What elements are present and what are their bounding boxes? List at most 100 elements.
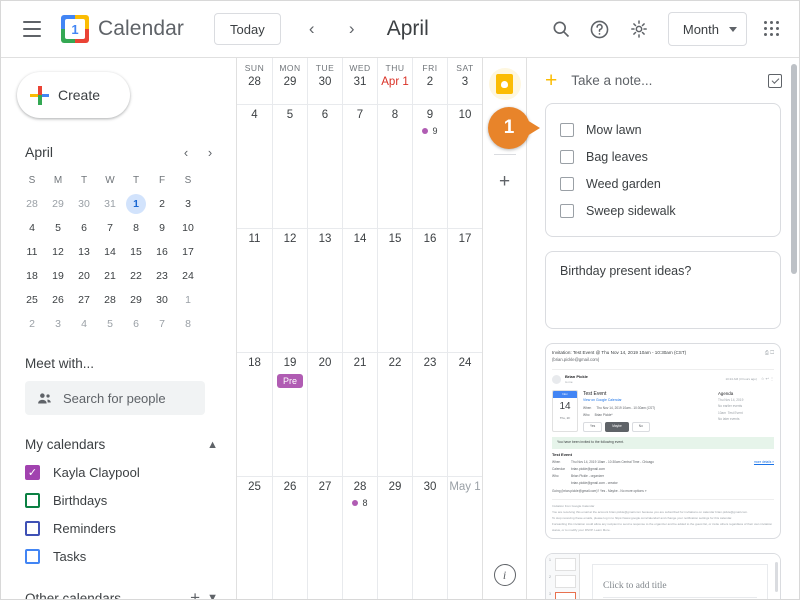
mini-calendar-day[interactable]: 11 bbox=[22, 242, 42, 262]
day-cell[interactable]: 23 bbox=[412, 353, 447, 476]
calendar-logo[interactable]: 1 Calendar bbox=[61, 15, 184, 43]
mini-calendar-day[interactable]: 5 bbox=[48, 218, 68, 238]
day-header-number[interactable]: 28 bbox=[248, 76, 261, 88]
day-number[interactable]: 25 bbox=[248, 481, 261, 493]
mini-calendar-day[interactable]: 8 bbox=[178, 314, 198, 334]
day-number[interactable]: 29 bbox=[389, 481, 402, 493]
mini-calendar-day[interactable]: 21 bbox=[100, 266, 120, 286]
rsvp-yes-button[interactable]: Yes bbox=[583, 421, 603, 433]
calendar-checkbox[interactable] bbox=[25, 492, 40, 508]
day-number[interactable]: 18 bbox=[248, 357, 261, 369]
day-number[interactable]: 22 bbox=[389, 357, 402, 369]
mini-calendar-day[interactable]: 28 bbox=[22, 194, 42, 214]
other-calendars-header[interactable]: Other calendars + ▼ bbox=[25, 586, 218, 599]
mini-calendar-day[interactable]: 22 bbox=[126, 266, 146, 286]
day-number[interactable]: 27 bbox=[319, 481, 332, 493]
day-number[interactable]: 24 bbox=[459, 357, 472, 369]
day-number[interactable]: 15 bbox=[389, 233, 402, 245]
day-cell[interactable]: 27 bbox=[307, 477, 342, 599]
checkbox-icon[interactable] bbox=[560, 122, 574, 137]
day-header-4[interactable]: THU Apr 1 bbox=[377, 58, 412, 104]
day-header-number[interactable]: 29 bbox=[284, 76, 297, 88]
day-cell[interactable]: 28 8 bbox=[342, 477, 377, 599]
calendar-checkbox[interactable]: ✓ bbox=[25, 464, 40, 480]
new-list-icon[interactable] bbox=[768, 73, 782, 88]
mini-calendar-day[interactable]: 1 bbox=[126, 194, 146, 214]
day-header-1[interactable]: MON 29 bbox=[272, 58, 307, 104]
day-cell[interactable]: 99 bbox=[412, 105, 447, 228]
mini-calendar-day[interactable]: 17 bbox=[178, 242, 198, 262]
calendar-checkbox[interactable] bbox=[25, 548, 40, 564]
day-number[interactable]: May 1 bbox=[449, 481, 480, 493]
day-cell[interactable]: 21 bbox=[342, 353, 377, 476]
day-cell[interactable]: 13 bbox=[307, 229, 342, 352]
day-number[interactable]: 6 bbox=[322, 109, 328, 121]
mini-calendar-day[interactable]: 23 bbox=[152, 266, 172, 286]
mini-calendar-day[interactable]: 2 bbox=[152, 194, 172, 214]
day-number[interactable]: 7 bbox=[357, 109, 363, 121]
view-on-calendar-link[interactable]: View on Google Calendar bbox=[583, 398, 713, 403]
day-number[interactable]: 30 bbox=[424, 481, 437, 493]
mini-calendar-day[interactable]: 31 bbox=[100, 194, 120, 214]
search-icon[interactable] bbox=[544, 12, 578, 46]
my-calendars-header[interactable]: My calendars ▲ bbox=[25, 437, 218, 452]
mini-calendar-day[interactable]: 28 bbox=[100, 290, 120, 310]
day-cell[interactable]: 22 bbox=[377, 353, 412, 476]
mini-calendar-day[interactable]: 10 bbox=[178, 218, 198, 238]
day-number[interactable]: 23 bbox=[424, 357, 437, 369]
day-cell[interactable]: 26 bbox=[272, 477, 307, 599]
day-header-number[interactable]: Apr 1 bbox=[381, 76, 409, 88]
day-number[interactable]: 13 bbox=[319, 233, 332, 245]
take-a-note-input[interactable]: Take a note... bbox=[571, 73, 754, 88]
keep-note-text[interactable]: Birthday present ideas? bbox=[545, 251, 781, 329]
day-number[interactable]: 9 bbox=[427, 109, 433, 121]
day-number[interactable]: 21 bbox=[354, 357, 367, 369]
day-cell[interactable]: 12 bbox=[272, 229, 307, 352]
mini-calendar-day[interactable]: 3 bbox=[48, 314, 68, 334]
list-item[interactable]: Weed garden bbox=[560, 170, 766, 197]
hamburger-icon[interactable] bbox=[15, 12, 49, 46]
scrollbar[interactable] bbox=[775, 561, 778, 592]
help-icon[interactable] bbox=[583, 12, 617, 46]
google-keep-icon[interactable] bbox=[488, 68, 521, 100]
list-item[interactable]: Mow lawn bbox=[560, 116, 766, 143]
mini-calendar-day[interactable]: 25 bbox=[22, 290, 42, 310]
mini-calendar-day[interactable]: 18 bbox=[22, 266, 42, 286]
keep-note-slides-screenshot[interactable]: 12345 Click to add title bbox=[545, 552, 781, 599]
slide-thumbnail-1[interactable]: 1 bbox=[549, 557, 576, 571]
mini-calendar-day[interactable]: 29 bbox=[126, 290, 146, 310]
slide-thumbnail-3[interactable]: 3 bbox=[549, 591, 576, 599]
mini-calendar-day[interactable]: 5 bbox=[100, 314, 120, 334]
calendar-list-item-2[interactable]: Reminders bbox=[1, 514, 236, 542]
mini-calendar-day[interactable]: 6 bbox=[126, 314, 146, 334]
day-cell[interactable]: 14 bbox=[342, 229, 377, 352]
mini-calendar-day[interactable]: 16 bbox=[152, 242, 172, 262]
day-cell[interactable]: 10 bbox=[447, 105, 482, 228]
mini-calendar-day[interactable]: 20 bbox=[74, 266, 94, 286]
day-cell[interactable]: 18 bbox=[237, 353, 272, 476]
chevron-down-icon[interactable]: ▼ bbox=[207, 592, 218, 599]
day-header-number[interactable]: 2 bbox=[427, 76, 433, 88]
day-cell[interactable]: 29 bbox=[377, 477, 412, 599]
mini-calendar-next-button[interactable]: › bbox=[198, 140, 222, 164]
create-button[interactable]: Create bbox=[17, 72, 130, 118]
slide-thumbnail-2[interactable]: 2 bbox=[549, 574, 576, 588]
day-number[interactable]: 8 bbox=[392, 109, 398, 121]
mini-calendar-day[interactable]: 30 bbox=[74, 194, 94, 214]
day-number[interactable]: 17 bbox=[459, 233, 472, 245]
previous-month-button[interactable]: ‹ bbox=[297, 14, 327, 44]
day-number[interactable]: 4 bbox=[251, 109, 257, 121]
chevron-up-icon[interactable]: ▲ bbox=[207, 439, 218, 451]
day-number[interactable]: 14 bbox=[354, 233, 367, 245]
info-icon[interactable]: i bbox=[493, 564, 516, 586]
calendar-list-item-1[interactable]: Birthdays bbox=[1, 486, 236, 514]
gear-icon[interactable] bbox=[622, 12, 656, 46]
mini-calendar-day[interactable]: 8 bbox=[126, 218, 146, 238]
day-cell[interactable]: 30 bbox=[412, 477, 447, 599]
day-header-3[interactable]: WED 31 bbox=[342, 58, 377, 104]
calendar-event[interactable]: 9 bbox=[422, 126, 438, 136]
keep-panel-scrollbar[interactable] bbox=[791, 64, 797, 274]
rsvp-no-button[interactable]: No bbox=[631, 421, 650, 433]
day-cell[interactable]: 17 bbox=[447, 229, 482, 352]
mini-calendar-day[interactable]: 4 bbox=[74, 314, 94, 334]
